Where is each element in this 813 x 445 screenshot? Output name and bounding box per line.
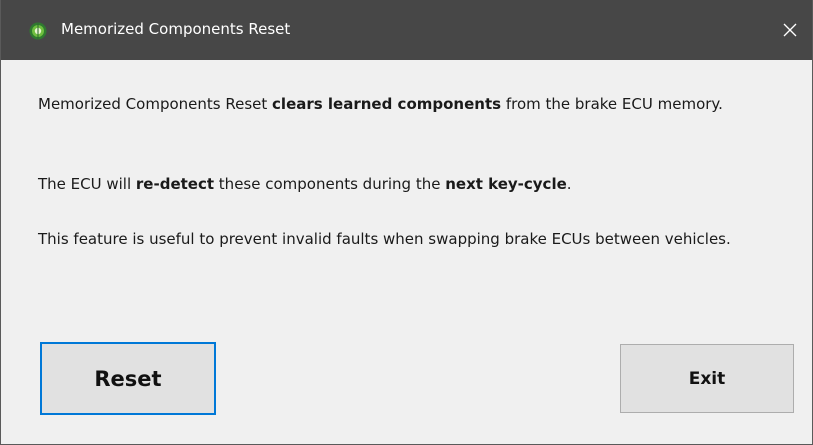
p2-emphasis-redetect: re-detect [135,175,215,193]
p2-text-a: The ECU will [38,175,136,193]
p2-text-c: these components during the [214,175,446,193]
description-paragraph-1: Memorized Components Reset clears learne… [38,91,803,118]
dialog-window: Memorized Components Reset Memorized Com… [0,0,813,445]
p1-text-c: from the brake ECU memory. [501,95,723,113]
p2-text-e: . [566,175,572,193]
dialog-content: Memorized Components Reset clears learne… [1,60,812,444]
description-paragraph-2: The ECU will re-detect these components … [38,171,803,198]
close-icon [783,23,797,37]
window-title: Memorized Components Reset [61,20,291,38]
p2-emphasis-keycycle: next key-cycle [445,175,567,193]
p1-emphasis: clears learned components [272,95,502,113]
exit-button[interactable]: Exit [620,344,794,413]
app-globe-icon [29,22,47,40]
reset-button[interactable]: Reset [40,342,216,415]
close-button[interactable] [768,10,812,50]
title-bar[interactable]: Memorized Components Reset [1,0,812,60]
p1-text-a: Memorized Components Reset [38,95,273,113]
description-paragraph-3: This feature is useful to prevent invali… [38,230,731,248]
